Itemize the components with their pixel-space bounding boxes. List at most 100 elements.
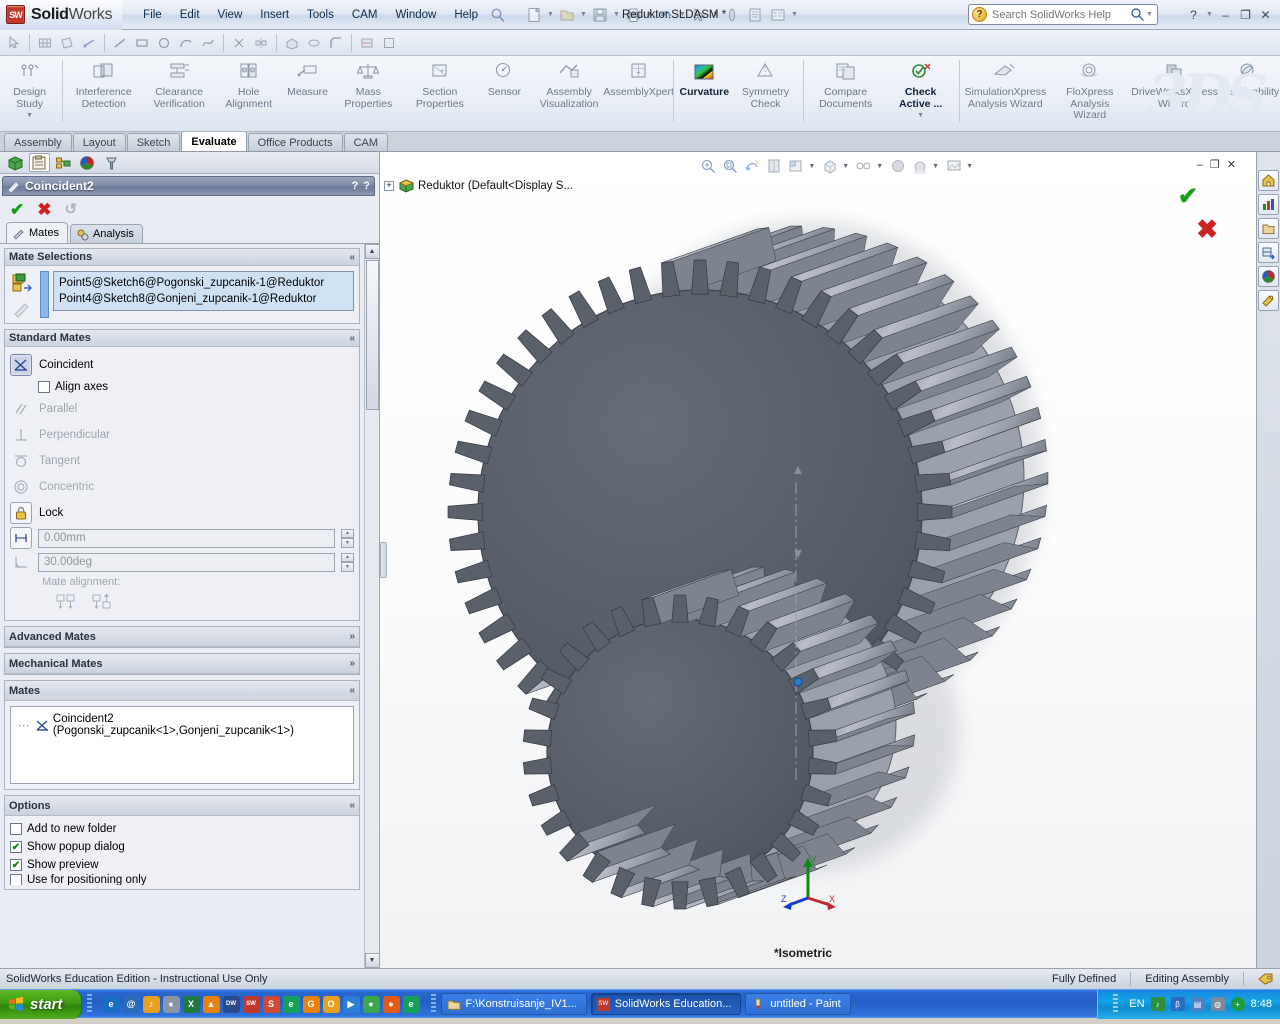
view-settings-caret[interactable]: ▼ [966,163,973,170]
start-button[interactable]: start [0,989,82,1019]
collapse-chevron-icon-4[interactable]: « [349,800,355,811]
mate-type-tangent[interactable]: Tangent [10,448,354,474]
tab-evaluate[interactable]: Evaluate [181,131,247,151]
minimize-button[interactable]: – [1217,6,1234,23]
taskbar-window-folder[interactable]: F:\Konstruisanje_IV1... [440,993,587,1015]
undo-button[interactable]: ↺ [65,201,78,218]
quick-launch-bar[interactable]: e @ ♪ ● X ▲ DW SW S e G O ▶ ● ● e [97,995,426,1013]
close-button[interactable]: ✕ [1257,6,1274,23]
arc-icon[interactable] [176,33,196,53]
section-advanced-mates[interactable]: Advanced Mates » [4,626,360,648]
collapse-chevron-icon[interactable]: « [349,252,355,263]
taskbar-window-solidworks[interactable]: SW SolidWorks Education... [590,993,742,1015]
expand-chevron-icon-2[interactable]: » [349,658,355,669]
volume-icon[interactable]: ♪ [1150,997,1165,1011]
save-icon[interactable] [589,4,611,26]
scrollbar-thumb[interactable] [365,260,379,410]
ql-internet-explorer-icon[interactable]: e [102,995,120,1013]
graphics-minimize-button[interactable]: – [1197,159,1203,171]
mate-point-marker[interactable] [793,677,803,687]
option-add-to-new-folder[interactable]: Add to new folder [10,820,354,838]
confirm-cancel-icon[interactable]: ✖ [1196,214,1218,245]
task-pane[interactable] [1256,152,1280,968]
ql-google-icon[interactable]: G [302,995,320,1013]
section-header-options[interactable]: Options « [5,796,359,816]
fillet-icon[interactable] [326,33,346,53]
mate-type-perpendicular[interactable]: Perpendicular [10,422,354,448]
document-properties-caret[interactable]: ▼ [790,4,799,26]
ribbon-item-section-properties[interactable]: + Section Properties [402,56,477,110]
search-dropdown-caret[interactable]: ▼ [1145,4,1154,26]
anti-aligned-button[interactable] [92,593,112,611]
use-for-positioning-only-checkbox[interactable] [10,874,22,885]
cancel-button[interactable]: ✖ [37,201,51,218]
search-input[interactable]: Search SolidWorks Help [992,9,1130,21]
scroll-up-button[interactable]: ▲ [364,244,379,259]
language-indicator[interactable]: EN [1129,998,1144,1010]
display-style-icon-3[interactable] [820,156,840,176]
restore-button[interactable]: ❐ [1237,6,1254,23]
ribbon-item-design-study[interactable]: Design Study ▼ [0,56,59,119]
menu-help[interactable]: Help [445,6,487,24]
option-show-preview[interactable]: ✔ Show preview [10,856,354,874]
ribbon-item-mass-properties[interactable]: Mass Properties [335,56,403,110]
display-manager-icon[interactable] [77,153,98,172]
feature-manager-tree-icon[interactable] [5,153,26,172]
ql-media-player-icon[interactable]: ▶ [342,995,360,1013]
ribbon-item-compare-documents[interactable]: Compare Documents [806,56,884,110]
sw-resources-icon[interactable] [1258,170,1279,191]
bluetooth-icon[interactable]: β [1170,997,1185,1011]
ql-solidworks-icon[interactable]: SW [242,995,260,1013]
menu-window[interactable]: Window [386,6,445,24]
ql-opera-icon[interactable]: O [322,995,340,1013]
search-help-box[interactable]: ? Search SolidWorks Help ▼ [968,4,1158,25]
tab-sketch[interactable]: Sketch [126,133,181,151]
network-tray-icon[interactable]: ▤ [1190,997,1205,1011]
options-icon[interactable] [744,4,766,26]
display-style-icon-2[interactable] [379,33,399,53]
spin-up-icon-2[interactable]: ▲ [341,552,354,562]
hide-show-caret[interactable]: ▼ [876,163,883,170]
ribbon-item-symmetry-check[interactable]: Symmetry Check [731,56,799,110]
collapse-chevron-icon-3[interactable]: « [349,685,355,696]
tab-cam[interactable]: CAM [343,133,389,151]
panel-splitter[interactable] [380,542,387,578]
chevron-down-icon[interactable]: ▼ [26,112,33,119]
ok-button[interactable]: ✔ [10,201,24,218]
trim-icon[interactable] [229,33,249,53]
menu-file[interactable]: File [134,6,171,24]
spline-icon[interactable] [198,33,218,53]
appearances-scenes-icon[interactable] [1258,266,1279,287]
secondary-toolbar[interactable] [0,30,1280,56]
cam-manager-icon[interactable] [101,153,122,172]
option-show-popup-dialog[interactable]: ✔ Show popup dialog [10,838,354,856]
parallel-icon[interactable] [10,398,32,420]
mates-list-item[interactable]: ⋯ Coincident2 (Pogonski_zupcanik<1>,Gonj… [14,711,350,739]
scroll-down-button[interactable]: ▼ [364,953,379,968]
property-manager-actions[interactable]: ✔ ✖ ↺ [0,196,379,222]
ql-vlc-icon[interactable]: ▲ [202,995,220,1013]
ribbon-item-hole-alignment[interactable]: Hole Alignment [217,56,281,110]
plane-icon[interactable] [57,33,77,53]
design-library-icon[interactable] [1258,194,1279,215]
section-view-icon[interactable] [764,156,784,176]
windows-taskbar[interactable]: start e @ ♪ ● X ▲ DW SW S e G O ▶ ● ● e … [0,989,1280,1019]
update-icon[interactable]: + [1230,997,1245,1011]
menu-tools[interactable]: Tools [298,6,343,24]
section-header-advanced-mates[interactable]: Advanced Mates » [5,627,359,647]
pin-help-icon[interactable]: ? [352,180,359,192]
align-axes-checkbox[interactable] [38,381,50,393]
taskbar-grip-2[interactable] [430,994,436,1014]
graphics-window-controls[interactable]: – ❐ ✕ [1197,158,1236,172]
ql-excel-icon[interactable]: X [182,995,200,1013]
add-to-new-folder-checkbox[interactable] [10,823,22,835]
ribbon-item-measure[interactable]: Measure [281,56,335,99]
revolve-icon[interactable] [304,33,324,53]
mirror-icon[interactable] [251,33,271,53]
section-mechanical-mates[interactable]: Mechanical Mates » [4,653,360,675]
tag-icon[interactable] [1258,972,1274,986]
expand-chevron-icon[interactable]: » [349,631,355,642]
help-button[interactable]: ? [1185,6,1202,23]
view-palette-icon[interactable] [1258,242,1279,263]
previous-view-icon[interactable] [742,156,762,176]
